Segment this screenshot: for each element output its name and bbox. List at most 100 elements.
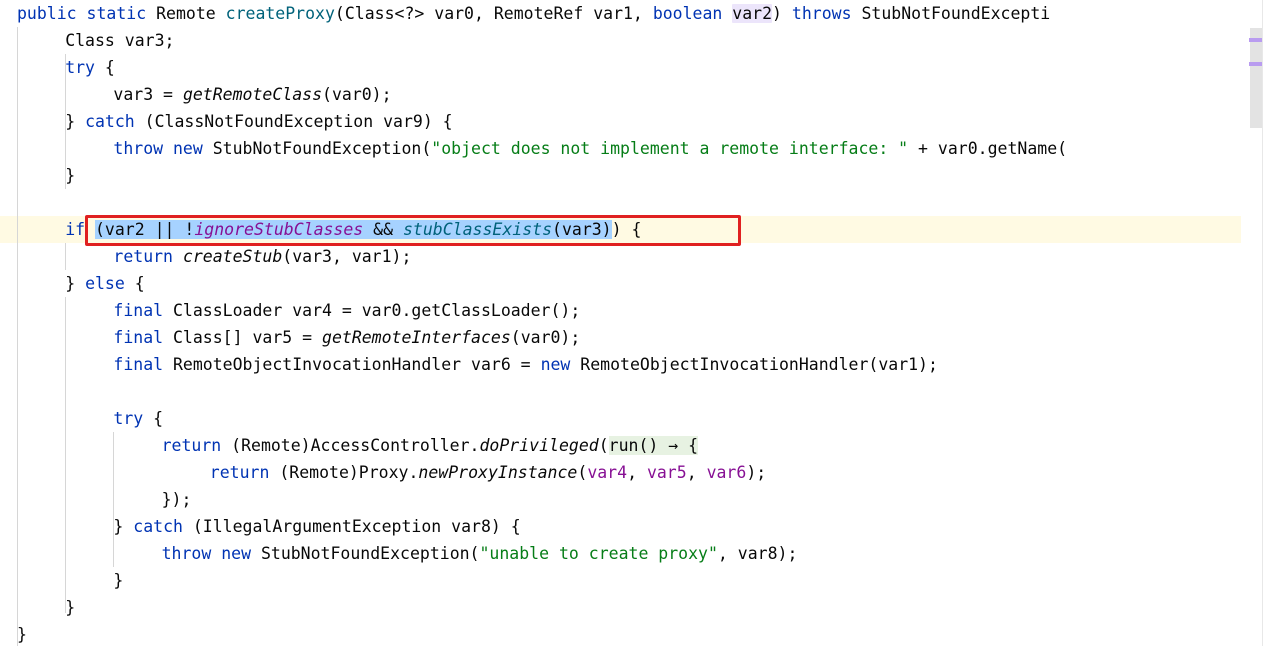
code-line[interactable]: } (113, 567, 123, 594)
code-line[interactable]: } (65, 594, 75, 621)
code-token: { (678, 436, 699, 455)
code-token: "unable to create proxy" (479, 544, 718, 563)
code-token: , var8); (717, 544, 798, 563)
code-line[interactable]: throw new StubNotFoundException("unable … (162, 540, 798, 567)
code-token: { (143, 409, 164, 428)
code-token: (var0); (510, 328, 581, 347)
code-token: || (154, 220, 185, 239)
code-token: static (86, 4, 147, 23)
code-token: var6 (706, 463, 747, 482)
code-token: try (113, 409, 144, 428)
code-token: } (65, 112, 86, 131)
code-token: ) (611, 220, 622, 239)
code-line[interactable]: }); (162, 486, 192, 513)
scrollbar-change-mark[interactable] (1249, 62, 1263, 66)
code-editor[interactable]: public static Remote createProxy(Class<?… (0, 0, 1263, 646)
code-token: try (65, 58, 95, 77)
code-token: new (540, 355, 571, 374)
code-token: if (65, 220, 86, 239)
code-line[interactable]: try { (65, 54, 115, 81)
code-line[interactable]: } catch (IllegalArgumentException var8) … (113, 513, 520, 540)
code-token: catch (133, 517, 183, 536)
code-token: "object does not implement a remote inte… (431, 139, 909, 158)
code-line[interactable]: var3 = getRemoteClass(var0); (113, 81, 391, 108)
code-token: final (113, 328, 164, 347)
code-token: else (85, 274, 125, 293)
code-token: , (686, 463, 707, 482)
code-token: Remote (156, 4, 216, 23)
code-line[interactable]: Class var3; (65, 27, 174, 54)
code-line[interactable]: if (var2 || !ignoreStubClasses && stubCl… (65, 216, 641, 243)
code-token: (Remote)AccessController. (221, 436, 480, 455)
code-token: return (161, 436, 222, 455)
code-token: throw (113, 139, 164, 158)
code-token: return (113, 247, 173, 266)
code-line[interactable]: throw new StubNotFoundException("object … (113, 135, 1067, 162)
code-token: (Remote)Proxy. (269, 463, 419, 482)
indent-guide (113, 540, 114, 567)
code-line[interactable]: return (Remote)AccessController.doPrivil… (161, 432, 699, 459)
code-token: var2 (732, 4, 773, 23)
code-token: ! (184, 220, 195, 239)
code-token: ClassLoader var4 = var0.getClassLoader()… (163, 301, 581, 320)
code-token: StubNotFoundException( (202, 139, 432, 158)
code-token: } (113, 517, 134, 536)
code-token: new (173, 139, 203, 158)
code-token: boolean (652, 4, 723, 23)
code-token: } (65, 166, 76, 185)
code-token: return (209, 463, 270, 482)
code-token: (var0); (322, 85, 392, 104)
code-token: ( (577, 463, 588, 482)
code-token: Class[] var5 = (163, 328, 323, 347)
vertical-scrollbar[interactable] (1248, 0, 1263, 646)
code-token: → (668, 436, 679, 455)
scrollbar-change-mark[interactable] (1249, 38, 1263, 42)
code-token: doPrivileged (479, 436, 599, 455)
code-token: (var3) (552, 220, 612, 239)
code-token: catch (85, 112, 135, 131)
code-token: StubNotFoundException( (251, 544, 480, 563)
code-token: var3 = (113, 85, 183, 104)
code-token: var5 (646, 463, 687, 482)
code-token: newProxyInstance (418, 463, 578, 482)
code-line[interactable]: final ClassLoader var4 = var0.getClassLo… (113, 297, 580, 324)
code-line[interactable]: final Class[] var5 = getRemoteInterfaces… (113, 324, 580, 351)
indent-guide (65, 243, 66, 270)
code-token: final (113, 301, 164, 320)
code-token: { (95, 58, 115, 77)
code-token: (Class<?> var0, RemoteRef var1, (334, 4, 653, 23)
code-line[interactable]: } catch (ClassNotFoundException var9) { (65, 108, 452, 135)
scrollbar-thumb[interactable] (1250, 28, 1262, 128)
code-token: getRemoteInterfaces (322, 328, 511, 347)
code-token: } (17, 625, 27, 644)
code-token: var4 (587, 463, 628, 482)
code-token: stubClassExists (403, 220, 553, 239)
code-line[interactable]: try { (113, 405, 163, 432)
code-token: } (65, 274, 86, 293)
code-token: getRemoteClass (182, 85, 323, 104)
code-token: } (113, 571, 124, 590)
code-token: && (363, 220, 403, 239)
code-token: (var2 (95, 220, 155, 239)
code-line[interactable]: return (Remote)Proxy.newProxyInstance(va… (210, 459, 766, 486)
code-token: new (221, 544, 252, 563)
indent-guide (17, 27, 18, 646)
code-line[interactable]: final RemoteObjectInvocationHandler var6… (113, 351, 938, 378)
code-token: , (627, 463, 647, 482)
code-line[interactable]: } (65, 162, 75, 189)
code-token: throws (791, 4, 852, 23)
code-token: throw (161, 544, 212, 563)
code-line[interactable]: } (17, 621, 27, 646)
code-line[interactable]: } else { (65, 270, 145, 297)
code-token: run() (608, 436, 669, 455)
code-line[interactable]: public static Remote createProxy(Class<?… (17, 0, 1050, 27)
code-line[interactable]: return createStub(var3, var1); (113, 243, 411, 270)
code-token: ) (772, 4, 792, 23)
code-token: Class var3; (65, 31, 175, 50)
